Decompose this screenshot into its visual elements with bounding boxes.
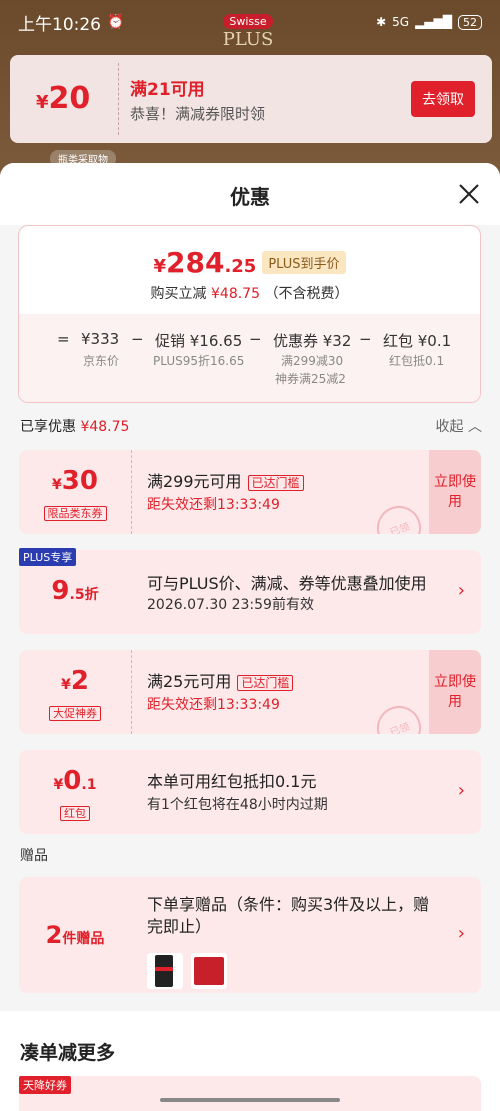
coupon-divider (118, 63, 119, 135)
use-now-button[interactable]: 立即使用 (429, 450, 481, 534)
coupon-type-tag: 限品类东券 (43, 506, 107, 521)
use-now-button[interactable]: 立即使用 (429, 650, 481, 734)
breakdown-value: 优惠券 ¥32 (273, 332, 352, 350)
red-packet-desc: 本单可用红包抵扣0.1元 (147, 772, 317, 791)
close-icon[interactable] (458, 183, 480, 205)
plus-discount-card[interactable]: 9.5折 可与PLUS价、满减、券等优惠叠加使用 2026.07.30 23:5… (19, 550, 481, 634)
more-coupon-tag: 天降好券 (19, 1076, 71, 1094)
top-coupon-amount: ¥20 (36, 81, 91, 116)
gift-desc: 下单享赠品（条件：购买3件及以上，赠 (147, 895, 430, 914)
plus-price-tag: PLUS到手价 (262, 251, 346, 274)
battery-icon: 52 (458, 14, 482, 30)
collapse-toggle[interactable]: 收起 ︿ (436, 416, 482, 436)
coupon-type-tag: 大促神券 (49, 706, 101, 721)
red-packet-amount: ¥0.1 (53, 766, 97, 796)
save-row: 购买立减 ¥48.75 （不含税费） (150, 286, 349, 302)
chevron-right-icon: › (457, 580, 465, 601)
more-coupon-card[interactable] (19, 1076, 481, 1111)
chevron-right-icon: › (457, 780, 465, 801)
coupon-countdown: 距失效还剩13:33:49 (147, 697, 280, 713)
status-icons: ✱ 5G ▂▄▆█ 52 (376, 14, 482, 30)
breakdown-label: 红包抵0.1 (389, 354, 445, 368)
claimed-stamp: 已领 (370, 499, 428, 534)
coupon-condition: 满299元可用 已达门槛 (147, 468, 304, 492)
breakdown-value: ¥333 (81, 330, 120, 348)
breakdown-sign: − (249, 330, 262, 348)
coupon-amount: ¥2 (61, 666, 89, 696)
breakdown-label: PLUS95折16.65 (153, 354, 245, 368)
chevron-up-icon: ︿ (468, 419, 482, 435)
top-coupon-condition: 满21可用 (130, 80, 205, 100)
plus-exclusive-badge: PLUS专享 (19, 548, 77, 566)
coupon-amount: ¥30 (52, 466, 98, 496)
sheet-title: 优惠 (230, 185, 270, 209)
discount-sheet: 优惠 ¥ 284 .25 PLUS到手价 购买立减 ¥48.75 （不含税费） … (0, 163, 500, 1111)
brand-badge: Swisse (223, 14, 273, 29)
gift-desc-cont: 完即止） (147, 917, 212, 936)
breakdown-sign: − (131, 330, 144, 348)
gift-image (191, 953, 227, 989)
breakdown-label: 神券满25减2 (275, 372, 346, 386)
red-packet-tag: 红包 (60, 806, 90, 821)
plus-discount-expiry: 2026.07.30 23:59前有效 (147, 597, 314, 613)
gift-count: 2件赠品 (45, 921, 105, 949)
signal-icon: ▂▄▆█ (415, 15, 452, 29)
coupon-card: ¥30 限品类东券 满299元可用 已达门槛 距失效还剩13:33:49 已领 立… (19, 450, 481, 534)
breakdown-sign: − (359, 330, 372, 348)
coupon-countdown: 距失效还剩13:33:49 (147, 497, 280, 513)
plus-discount-amount: 9.5折 (51, 576, 99, 606)
claim-button[interactable]: 去领取 (411, 81, 475, 117)
red-packet-expiry: 有1个红包将在48小时内过期 (147, 797, 328, 813)
bluetooth-icon: ✱ (376, 15, 387, 29)
gift-image (147, 953, 183, 989)
home-indicator[interactable] (160, 1098, 340, 1102)
coupon-condition: 满25元可用 已达门槛 (147, 668, 294, 692)
applied-discount-row: 已享优惠 ¥48.75 收起 ︿ (20, 416, 482, 436)
network-label: 5G (392, 15, 410, 29)
chevron-right-icon: › (457, 923, 465, 944)
price-summary: ¥ 284 .25 PLUS到手价 购买立减 ¥48.75 （不含税费） = ¥… (18, 225, 481, 403)
sheet-header: 优惠 (0, 163, 500, 225)
applied-amount: ¥48.75 (80, 419, 130, 435)
red-packet-card[interactable]: ¥0.1 红包 本单可用红包抵扣0.1元 有1个红包将在48小时内过期 › (19, 750, 481, 834)
more-section-title: 凑单减更多 (20, 1042, 116, 1064)
coupon-card: ¥2 大促神券 满25元可用 已达门槛 距失效还剩13:33:49 已领 立即使用 (19, 650, 481, 734)
claimed-stamp: 已领 (370, 699, 428, 734)
top-coupon-subtitle: 恭喜！满减券限时领 (130, 105, 266, 123)
plus-discount-desc: 可与PLUS价、满减、券等优惠叠加使用 (147, 574, 427, 593)
gift-card[interactable]: 2件赠品 下单享赠品（条件：购买3件及以上，赠 完即止） › (19, 877, 481, 993)
breakdown-sign: = (57, 330, 70, 348)
price-breakdown: = ¥333 京东价 − 促销 ¥16.65 PLUS95折16.65 − 优惠… (19, 314, 480, 402)
gifts-section-label: 赠品 (20, 848, 48, 864)
threshold-reached-badge: 已达门槛 (237, 675, 294, 691)
brand-logo: Swisse PLUS (218, 10, 278, 50)
status-time: 上午10:26 (18, 14, 101, 35)
top-coupon: ¥20 满21可用 恭喜！满减券限时领 去领取 (10, 55, 492, 143)
breakdown-value: 红包 ¥0.1 (383, 332, 452, 350)
final-price: ¥ 284 .25 PLUS到手价 (19, 226, 480, 279)
brand-plus: PLUS (222, 29, 274, 50)
threshold-reached-badge: 已达门槛 (247, 475, 304, 491)
breakdown-value: 促销 ¥16.65 (155, 332, 243, 350)
breakdown-label: 满299减30 (281, 354, 344, 368)
alarm-icon: ⏰ (107, 14, 125, 30)
breakdown-label: 京东价 (83, 354, 120, 368)
